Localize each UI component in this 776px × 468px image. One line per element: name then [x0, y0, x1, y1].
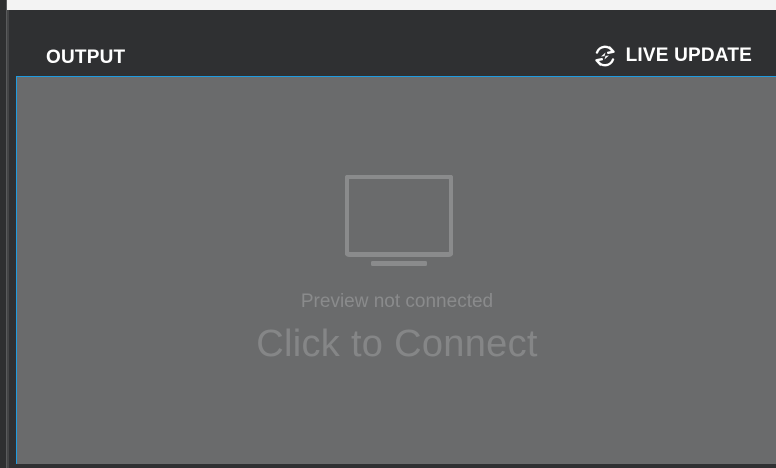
live-update-label: LIVE UPDATE — [625, 45, 752, 66]
sync-icon — [594, 45, 615, 67]
monitor-icon — [345, 175, 453, 266]
output-window: OUTPUT LIVE UPDATE Preview not connected… — [0, 0, 776, 468]
left-edge-divider — [6, 0, 7, 468]
output-header: OUTPUT LIVE UPDATE — [9, 10, 776, 76]
panel-title: OUTPUT — [46, 47, 126, 68]
live-update-button[interactable]: LIVE UPDATE — [592, 43, 752, 69]
preview-area[interactable]: Preview not connected Click to Connect — [16, 76, 776, 466]
preview-status-text: Preview not connected — [300, 291, 494, 312]
bottom-edge — [9, 464, 776, 468]
top-strip — [7, 0, 776, 10]
click-to-connect[interactable]: Click to Connect — [17, 323, 776, 366]
